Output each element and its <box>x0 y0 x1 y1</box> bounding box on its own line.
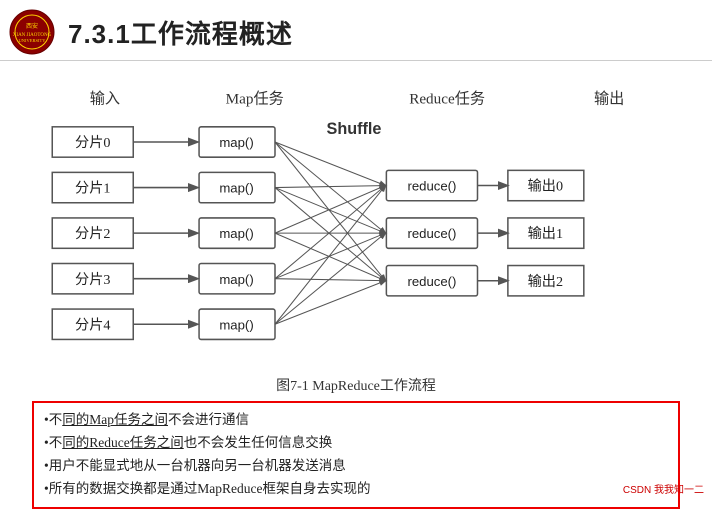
svg-text:reduce(): reduce() <box>407 179 456 194</box>
svg-text:输出0: 输出0 <box>528 179 563 195</box>
label-output: 输出 <box>594 91 624 108</box>
svg-text:分片3: 分片3 <box>75 272 110 288</box>
mapreduce-diagram: 输入 Map任务 Reduce任务 输出 Shuffle 分片0 分片1 分片2… <box>32 73 680 373</box>
page-title: 7.3.1工作流程概述 <box>68 14 293 51</box>
label-reduce: Reduce任务 <box>409 91 485 108</box>
svg-text:分片0: 分片0 <box>75 135 110 151</box>
header: 西安 XIAN JIAOTONG UNIVERSITY 7.3.1工作流程概述 <box>0 0 712 61</box>
svg-text:分片4: 分片4 <box>75 317 110 333</box>
note-line-4: •所有的数据交换都是通过MapReduce框架自身去实现的 <box>44 478 668 501</box>
svg-text:分片1: 分片1 <box>75 181 110 197</box>
shuffle-label: Shuffle <box>327 120 382 138</box>
notes-box: •不同的Map任务之间不会进行通信 •不同的Reduce任务之间也不会发生任何信… <box>32 401 680 509</box>
svg-text:map(): map() <box>219 181 253 196</box>
svg-text:reduce(): reduce() <box>407 226 456 241</box>
svg-text:reduce(): reduce() <box>407 274 456 289</box>
note-underline-1: 同的Map任务之间 <box>62 412 168 427</box>
main-content: 输入 Map任务 Reduce任务 输出 Shuffle 分片0 分片1 分片2… <box>0 61 712 509</box>
watermark: CSDN 我我知一二 <box>623 481 704 496</box>
svg-text:UNIVERSITY: UNIVERSITY <box>19 38 47 43</box>
svg-text:map(): map() <box>219 317 253 332</box>
label-input: 输入 <box>90 91 120 108</box>
note-line-2: •不同的Reduce任务之间也不会发生任何信息交换 <box>44 432 668 455</box>
note-underline-2: 同的Reduce任务之间 <box>62 435 183 450</box>
svg-text:分片2: 分片2 <box>75 226 110 242</box>
note-line-1: •不同的Map任务之间不会进行通信 <box>44 409 668 432</box>
svg-text:map(): map() <box>219 226 253 241</box>
label-map: Map任务 <box>226 91 284 108</box>
svg-text:map(): map() <box>219 135 253 150</box>
svg-text:输出1: 输出1 <box>528 226 563 242</box>
diagram-caption: 图7-1 MapReduce工作流程 <box>32 375 680 395</box>
svg-text:输出2: 输出2 <box>528 274 563 290</box>
diagram-container: 输入 Map任务 Reduce任务 输出 Shuffle 分片0 分片1 分片2… <box>32 73 680 373</box>
svg-text:map(): map() <box>219 272 253 287</box>
university-logo: 西安 XIAN JIAOTONG UNIVERSITY <box>8 8 56 56</box>
svg-text:西安: 西安 <box>26 22 38 30</box>
page: 西安 XIAN JIAOTONG UNIVERSITY 7.3.1工作流程概述 … <box>0 0 712 500</box>
note-line-3: •用户不能显式地从一台机器向另一台机器发送消息 <box>44 455 668 478</box>
